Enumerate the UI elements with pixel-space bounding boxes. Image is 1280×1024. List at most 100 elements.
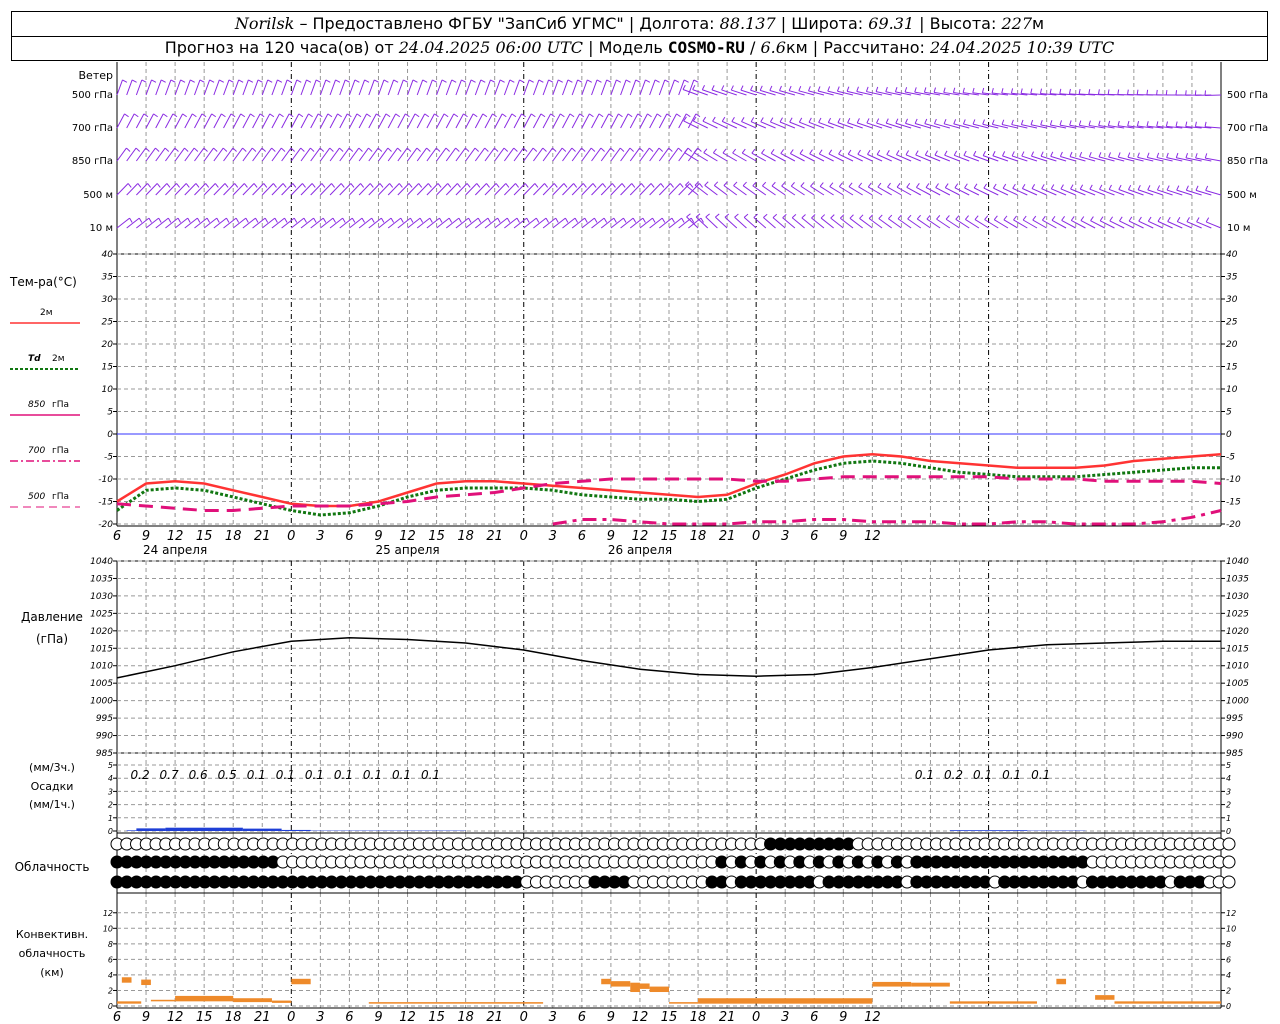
wind-barb-icon [264,217,269,223]
wind-barb-icon [1205,217,1210,223]
wind-barb-icon [857,149,861,155]
wind-barb-icon [759,85,763,91]
precip-tick-label-right: 2 [1226,801,1231,810]
wind-barb-icon [955,215,960,220]
wind-barb-icon [253,183,258,188]
wind-barb-icon [222,147,228,152]
wind-barb-icon [354,79,360,83]
wind-barb-icon [858,182,863,188]
wind-barb-icon [135,147,141,152]
wind-barb-icon [426,79,433,96]
wind-barb-icon [223,217,237,229]
wind-barb-icon [676,113,681,118]
temp-tick-label-right: -5 [1226,453,1235,463]
temp-tick-label-left: 15 [102,363,114,373]
wind-barb-icon [591,79,598,96]
convective-cloud-bar [175,995,234,1002]
wind-barb-icon [1137,152,1140,158]
wind-barb-icon [734,213,739,218]
wind-barb-icon [553,183,558,188]
wind-barb-icon [571,79,579,96]
temp-tick-label-right: -10 [1226,475,1241,485]
wind-barb-icon [1080,216,1085,221]
wind-barb-icon [1098,89,1100,95]
wind-barb-icon [1194,90,1197,96]
pressure-tick-label-right: 1010 [1226,662,1249,672]
wind-barb-icon [127,183,132,188]
wind-barb-icon [320,217,334,229]
wind-barb-icon [145,79,152,96]
wind-barb-icon [596,79,602,83]
wind-barb-icon [678,79,685,96]
wind-barb-icon [1032,215,1037,221]
wind-barb-icon [1176,185,1180,191]
hour-label-bottom: 6 [113,1010,121,1024]
wind-barb-icon [602,183,607,188]
precip-tick-label-left: 0 [108,827,113,836]
wind-barb-icon [509,79,515,83]
wind-barb-icon [740,85,744,91]
wind-barb-icon [686,216,699,229]
wind-barb-icon [846,86,850,92]
pressure-tick-label-left: 1015 [90,644,113,654]
wind-barb-icon [894,86,898,93]
precip-3h-label: 0.1 [276,768,295,782]
wind-barb-icon [1165,121,1168,127]
hour-label-bottom: 15 [661,1010,678,1024]
wind-barb-icon [1070,184,1074,190]
wind-barb-icon [610,183,623,196]
wind-barb-icon [436,79,443,96]
wind-barb-icon [712,116,716,122]
wind-barb-icon [1146,152,1150,158]
wind-barb-icon [182,113,187,118]
wind-barb-icon [393,79,399,83]
wind-barb-icon [965,215,969,220]
wind-barb-icon [251,147,257,152]
wind-barb-icon [905,150,909,156]
temperature-legend-entry: Td 2м [10,354,80,370]
temp-tick-label-left: -10 [98,475,113,485]
wind-barb-icon [320,183,332,196]
wind-barb-icon [516,217,520,223]
hour-label: 9 [607,529,615,544]
wind-barb-icon [584,217,588,223]
wind-barb-icon [291,217,305,229]
wind-barb-icon [156,183,161,188]
wind-barb-icon [458,217,462,223]
hour-label-bottom: 9 [839,1010,847,1024]
temp-tick-label-right: 10 [1226,385,1238,395]
wind-barb-icon [221,113,226,118]
conv-title-unit: (км) [40,966,64,979]
precip-tick-label-right: 0 [1226,827,1231,836]
pressure-tick-label-left: 1020 [90,627,113,637]
day-label: 26 апреля [608,543,672,557]
wind-barb-icon [1165,89,1168,96]
wind-barb-icon [1175,152,1179,158]
wind-barb-icon [407,183,420,196]
legend-label: гПа [52,446,69,456]
wind-barb-icon [944,150,948,156]
precip-tick-label-right: 5 [1226,761,1231,770]
temp-tick-label-left: 40 [102,250,114,260]
wind-barb-icon [1069,120,1072,126]
wind-barb-icon [561,147,567,152]
wind-barb-icon [810,182,815,187]
wind-barb-icon [829,182,834,187]
wind-barb-icon [523,217,537,229]
pressure-tick-label-left: 1025 [90,609,113,619]
wind-barb-icon [1107,120,1111,126]
wind-barb-icon [1136,121,1140,127]
wind-barb-icon [361,217,366,223]
wind-title: Ветер [79,69,113,82]
wind-barb-icon [194,79,201,96]
wind-barb-icon [162,113,168,118]
wind-barb-icon [1070,216,1075,221]
wind-barb-icon [504,217,518,229]
temp-tick-label-right: 5 [1226,408,1232,418]
wind-barb-icon [122,79,128,83]
precip-bar [136,828,166,831]
wind-barb-icon [671,217,675,223]
wind-barb-icon [465,217,479,229]
wind-barb-icon [581,183,594,196]
wind-barb-icon [445,183,458,196]
